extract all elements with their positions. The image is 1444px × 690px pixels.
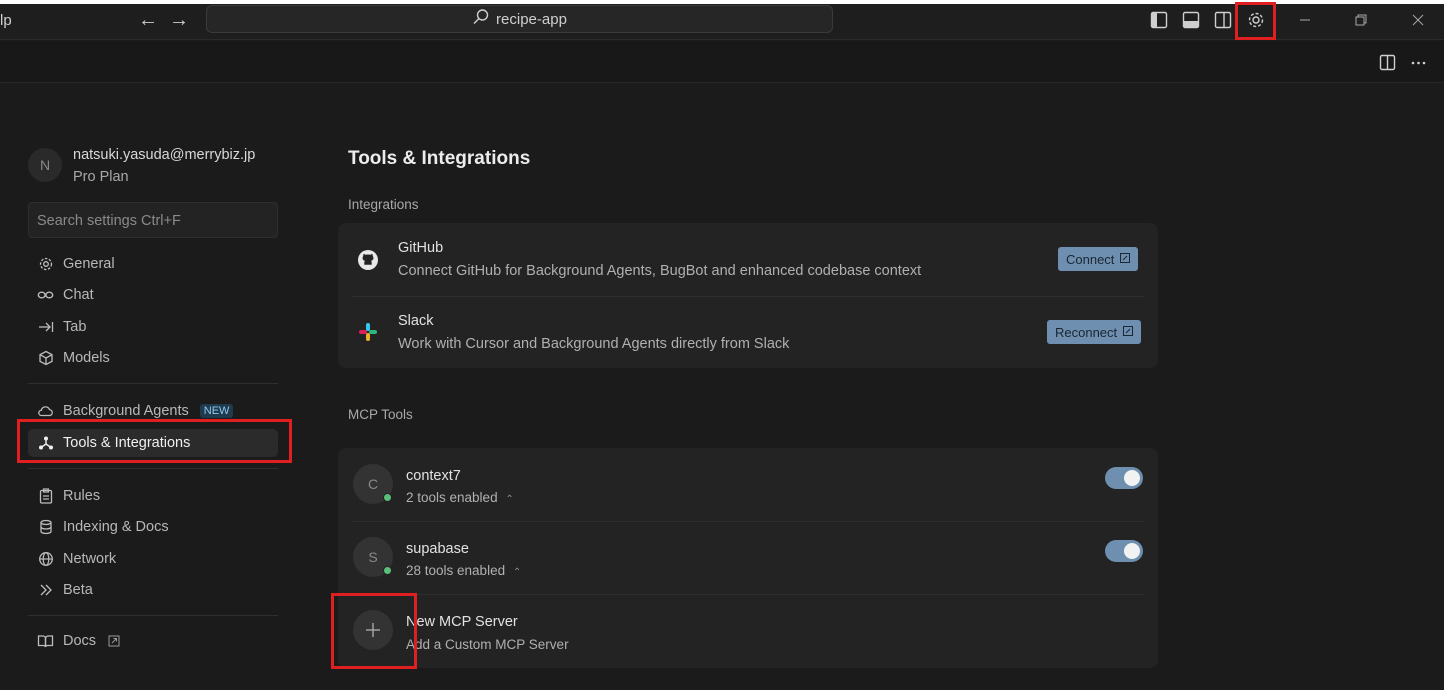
- account-plan: Pro Plan: [73, 169, 129, 185]
- sidebar-item-label: Docs: [63, 633, 97, 649]
- mcp-server-row-context7: C context7 2 tools enabled ⌃: [338, 448, 1158, 521]
- mcp-server-toggle[interactable]: [1105, 540, 1143, 562]
- expand-caret-icon: ⌃: [512, 567, 522, 578]
- external-link-icon: [1120, 252, 1131, 266]
- button-label: Reconnect: [1055, 324, 1118, 340]
- page-title: Tools & Integrations: [348, 148, 531, 169]
- menu-help-fragment[interactable]: lp: [0, 12, 12, 29]
- slack-icon: [357, 321, 379, 343]
- mcp-server-toggle[interactable]: [1105, 467, 1143, 489]
- sidebar-item-label: Chat: [63, 287, 94, 303]
- restore-icon[interactable]: [1346, 8, 1376, 32]
- command-center-text: recipe-app: [496, 10, 567, 28]
- sidebar-item-network[interactable]: Network: [28, 545, 278, 573]
- status-dot: [383, 566, 392, 575]
- external-link-icon: [105, 633, 122, 650]
- github-icon: [357, 249, 379, 271]
- status-dot: [383, 493, 392, 502]
- search-icon: [472, 8, 490, 30]
- title-bar: lp ← → recipe-app: [0, 4, 1444, 40]
- integration-name: Slack: [398, 313, 434, 329]
- split-editor-icon[interactable]: [1376, 51, 1398, 73]
- new-mcp-server-subtitle: Add a Custom MCP Server: [406, 637, 569, 652]
- close-icon[interactable]: [1403, 8, 1433, 32]
- integrations-card: GitHub Connect GitHub for Background Age…: [338, 223, 1158, 368]
- mcp-server-name: context7: [406, 468, 461, 484]
- sidebar-item-label: Beta: [63, 582, 93, 598]
- sidebar-item-label: Network: [63, 551, 117, 567]
- sidebar-item-general[interactable]: General: [28, 250, 278, 278]
- mcp-tools-count[interactable]: 28 tools enabled ⌃: [406, 563, 521, 578]
- mcp-tools-card: C context7 2 tools enabled ⌃ S supabase …: [338, 448, 1158, 668]
- sidebar-item-label: Background Agents: [63, 403, 189, 419]
- account-email: natsuki.yasuda@merrybiz.jp: [73, 147, 256, 163]
- account-profile: N natsuki.yasuda@merrybiz.jp Pro Plan: [28, 146, 288, 190]
- sidebar-item-label: General: [63, 256, 115, 272]
- toggle-knob: [1124, 543, 1140, 559]
- sidebar-item-tools-integrations[interactable]: Tools & Integrations: [28, 429, 278, 457]
- integrations-section-label: Integrations: [348, 197, 419, 212]
- plus-icon[interactable]: [353, 610, 393, 650]
- sidebar-divider: [28, 383, 278, 384]
- sidebar-item-rules[interactable]: Rules: [28, 482, 278, 510]
- sidebar-item-label: Tab: [63, 319, 87, 335]
- double-chevron-right-icon: [37, 582, 54, 599]
- tab-arrow-icon: [37, 319, 54, 336]
- cloud-icon: [37, 403, 54, 420]
- expand-caret-icon: ⌃: [505, 494, 514, 505]
- mcp-tools-count-text: 2 tools enabled: [406, 490, 498, 505]
- sidebar-item-chat[interactable]: Chat: [28, 281, 278, 309]
- settings-search-input[interactable]: Search settings Ctrl+F: [28, 202, 278, 238]
- integrations-icon: [37, 435, 54, 452]
- integration-name: GitHub: [398, 240, 444, 256]
- clipboard-icon: [37, 488, 54, 505]
- toggle-primary-sidebar-icon[interactable]: [1147, 8, 1171, 32]
- mcp-tools-count-text: 28 tools enabled: [406, 563, 506, 578]
- globe-icon: [37, 551, 54, 568]
- sidebar-item-label: Rules: [63, 488, 101, 504]
- editor-tab-bar: [0, 41, 1444, 83]
- gear-icon: [37, 256, 54, 273]
- github-connect-button[interactable]: Connect: [1058, 247, 1139, 271]
- external-link-icon: [1123, 325, 1134, 339]
- new-mcp-server-title: New MCP Server: [406, 614, 518, 630]
- forward-arrow-icon[interactable]: →: [167, 8, 191, 32]
- slack-reconnect-button[interactable]: Reconnect: [1047, 320, 1142, 344]
- toggle-knob: [1124, 470, 1140, 486]
- button-label: Connect: [1066, 251, 1115, 267]
- sidebar-item-indexing-docs[interactable]: Indexing & Docs: [28, 513, 278, 541]
- command-center-search[interactable]: recipe-app: [206, 5, 833, 33]
- mcp-tools-section-label: MCP Tools: [348, 407, 413, 422]
- more-actions-icon[interactable]: [1407, 51, 1429, 73]
- sidebar-item-docs[interactable]: Docs: [28, 627, 278, 655]
- sidebar-item-models[interactable]: Models: [28, 344, 278, 372]
- integration-description: Connect GitHub for Background Agents, Bu…: [398, 263, 922, 279]
- infinity-icon: [37, 287, 54, 304]
- new-mcp-server-row[interactable]: New MCP Server Add a Custom MCP Server: [338, 594, 1158, 668]
- sidebar-item-label: Indexing & Docs: [63, 519, 169, 535]
- integration-row-github: GitHub Connect GitHub for Background Age…: [338, 223, 1158, 296]
- sidebar-item-label: Tools & Integrations: [63, 435, 191, 451]
- toggle-panel-icon[interactable]: [1179, 8, 1203, 32]
- minimize-icon[interactable]: [1290, 8, 1320, 32]
- integration-description: Work with Cursor and Background Agents d…: [398, 336, 790, 352]
- cube-icon: [37, 350, 54, 367]
- toggle-secondary-sidebar-icon[interactable]: [1211, 8, 1235, 32]
- avatar: N: [28, 148, 62, 182]
- new-badge: NEW: [199, 404, 234, 418]
- sidebar-item-label: Models: [63, 350, 110, 366]
- sidebar-divider: [28, 468, 278, 469]
- mcp-server-row-supabase: S supabase 28 tools enabled ⌃: [338, 521, 1158, 594]
- mcp-server-name: supabase: [406, 541, 469, 557]
- settings-gear-icon[interactable]: [1244, 8, 1268, 32]
- sidebar-item-beta[interactable]: Beta: [28, 576, 278, 604]
- back-arrow-icon[interactable]: ←: [136, 8, 160, 32]
- sidebar-divider: [28, 615, 278, 616]
- sidebar-item-background-agents[interactable]: Background Agents NEW: [28, 397, 278, 425]
- sidebar-item-tab[interactable]: Tab: [28, 313, 278, 341]
- integration-row-slack: Slack Work with Cursor and Background Ag…: [338, 296, 1158, 368]
- mcp-tools-count[interactable]: 2 tools enabled ⌃: [406, 490, 514, 505]
- database-icon: [37, 519, 54, 536]
- book-icon: [37, 633, 54, 650]
